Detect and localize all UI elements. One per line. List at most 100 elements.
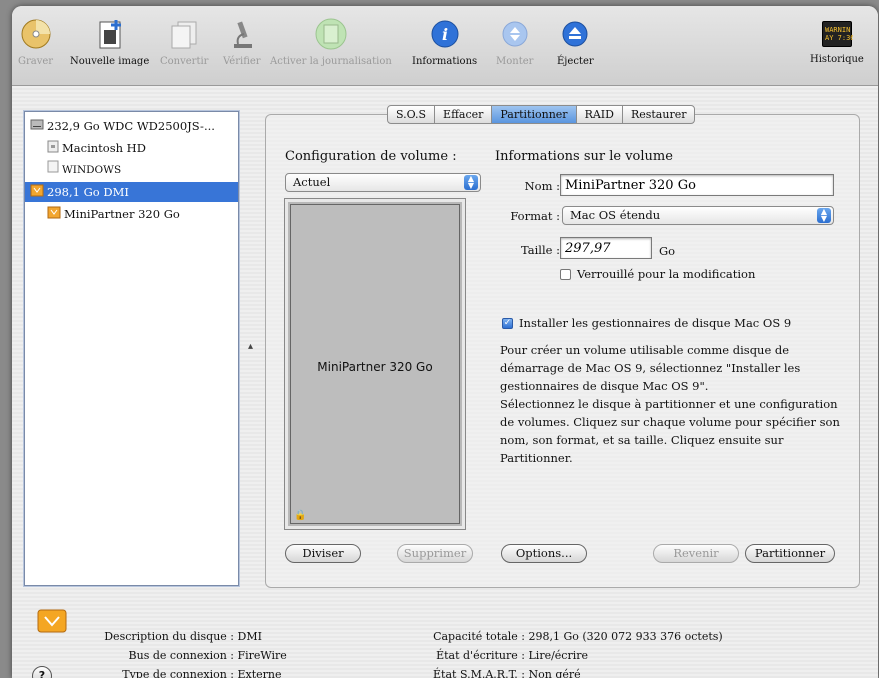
format-popup[interactable]: Mac OS étendu ▲ ▼ — [562, 206, 834, 225]
firewire-disk-icon — [37, 607, 69, 635]
verify-label: Vérifier — [223, 56, 261, 67]
connection-type-row: Type de connexion : Externe — [72, 668, 282, 678]
split-button[interactable]: Diviser — [285, 544, 361, 563]
new-image-icon — [94, 18, 126, 50]
locked-checkbox[interactable] — [560, 269, 571, 280]
options-button[interactable]: Options... — [501, 544, 587, 563]
tab-bar: S.O.S Effacer Partitionner RAID Restaure… — [387, 105, 696, 124]
convert-icon — [168, 18, 200, 50]
write-status-label: État d'écriture : — [436, 649, 525, 662]
write-status-row: État d'écriture : Lire/écrire — [412, 649, 588, 662]
list-item-label: WINDOWS — [62, 164, 122, 176]
bus-label: Bus de connexion : — [128, 649, 234, 662]
list-item-windows[interactable]: WINDOWS — [25, 160, 238, 180]
list-item-disk-dmi[interactable]: 298,1 Go DMI — [25, 182, 238, 202]
info-label: Informations — [412, 56, 478, 67]
convert-button[interactable]: Convertir — [160, 18, 208, 67]
tab-sos[interactable]: S.O.S — [388, 106, 436, 123]
smart-status-row: État S.M.A.R.T. : Non géré — [412, 668, 581, 678]
tab-restore[interactable]: Restaurer — [623, 106, 695, 123]
format-value: Mac OS étendu — [570, 208, 661, 222]
info-icon: i — [429, 18, 461, 50]
help-paragraph-1: Pour créer un volume utilisable comme di… — [500, 343, 801, 393]
capacity-label: Capacité totale : — [433, 630, 525, 643]
volume-partition-label: MiniPartner 320 Go — [317, 360, 433, 374]
log-label: Historique — [810, 54, 864, 65]
list-item-label: MiniPartner 320 Go — [64, 207, 180, 221]
volume-icon — [47, 139, 59, 159]
lock-icon[interactable]: 🔒 — [294, 510, 306, 521]
microscope-icon — [226, 18, 258, 50]
new-image-label: Nouvelle image — [70, 56, 150, 67]
new-image-button[interactable]: Nouvelle image — [70, 18, 149, 67]
enable-journaling-button[interactable]: Activer la journalisation — [270, 18, 392, 67]
mount-label: Monter — [496, 56, 534, 67]
smart-status-value: Non géré — [528, 668, 581, 678]
splitter-handle[interactable]: ▴ — [248, 341, 254, 352]
volume-scheme: MiniPartner 320 Go 🔒 — [284, 198, 466, 530]
list-item-macintosh-hd[interactable]: Macintosh HD — [25, 138, 238, 158]
info-button[interactable]: i Informations — [412, 18, 477, 67]
smart-status-label: État S.M.A.R.T. : — [433, 668, 525, 678]
list-item-label: 232,9 Go WDC WD2500JS-... — [47, 119, 215, 133]
size-label: Taille : — [520, 243, 560, 257]
eject-label: Éjecter — [557, 56, 594, 67]
tab-erase[interactable]: Effacer — [435, 106, 493, 123]
tab-partition[interactable]: Partitionner — [492, 106, 577, 123]
verify-button[interactable]: Vérifier — [223, 18, 261, 67]
list-item-minipartner[interactable]: MiniPartner 320 Go — [25, 204, 238, 224]
partition-help-text: Pour créer un volume utilisable comme di… — [500, 341, 840, 467]
toolbar: Graver Nouvelle image Convertir Vérifier… — [12, 6, 878, 86]
name-field[interactable] — [560, 174, 834, 196]
disk-list: 232,9 Go WDC WD2500JS-... Macintosh HD W… — [24, 111, 239, 586]
eject-button[interactable]: Éjecter — [557, 18, 594, 67]
locked-label: Verrouillé pour la modification — [577, 267, 756, 281]
size-field[interactable] — [560, 237, 652, 259]
format-label: Format : — [510, 209, 560, 223]
journal-icon — [315, 18, 347, 50]
list-item-label: Macintosh HD — [62, 141, 146, 155]
svg-text:AY 7:36: AY 7:36 — [825, 34, 853, 42]
eject-icon — [559, 18, 591, 50]
connection-type-label: Type de connexion : — [122, 668, 234, 678]
help-paragraph-2: Sélectionnez le disque à partitionner et… — [500, 397, 840, 465]
disk-description-label: Description du disque : — [104, 630, 234, 643]
svg-text:WARNIN: WARNIN — [825, 26, 850, 34]
install-drivers-checkbox[interactable]: ✓ — [502, 318, 513, 329]
write-status-value: Lire/écrire — [528, 649, 589, 662]
volume-config-value: Actuel — [293, 175, 331, 189]
list-item-label: 298,1 Go DMI — [47, 185, 129, 199]
partition-button[interactable]: Partitionner — [745, 544, 835, 563]
help-button[interactable]: ? — [32, 666, 52, 678]
capacity-row: Capacité totale : 298,1 Go (320 072 933 … — [412, 630, 723, 643]
tab-raid[interactable]: RAID — [577, 106, 623, 123]
install-drivers-label: Installer les gestionnaires de disque Ma… — [519, 316, 792, 330]
firewire-disk-icon — [30, 183, 44, 203]
burn-button[interactable]: Graver — [18, 18, 53, 67]
firewire-volume-icon — [47, 205, 61, 225]
volume-icon — [47, 160, 59, 180]
name-label: Nom : — [524, 179, 560, 193]
internal-disk-icon — [30, 117, 44, 137]
volume-partition-block[interactable]: MiniPartner 320 Go 🔒 — [290, 204, 460, 524]
burn-label: Graver — [18, 56, 54, 67]
volume-config-popup[interactable]: Actuel ▲ ▼ — [285, 173, 481, 192]
convert-label: Convertir — [160, 56, 209, 67]
revert-button[interactable]: Revenir — [653, 544, 739, 563]
connection-type-value: Externe — [237, 668, 282, 678]
mount-button[interactable]: Monter — [496, 18, 533, 67]
list-item-disk-wdc[interactable]: 232,9 Go WDC WD2500JS-... — [25, 116, 238, 136]
enable-journaling-label: Activer la journalisation — [270, 56, 392, 67]
volume-info-heading: Informations sur le volume — [495, 149, 673, 164]
disk-utility-window: Graver Nouvelle image Convertir Vérifier… — [12, 6, 878, 678]
volume-config-heading: Configuration de volume : — [285, 149, 457, 164]
size-unit: Go — [659, 244, 676, 258]
bus-value: FireWire — [237, 649, 287, 662]
bus-row: Bus de connexion : FireWire — [72, 649, 287, 662]
log-button[interactable]: WARNIN AY 7:36 Historique — [810, 18, 864, 65]
disk-description-value: DMI — [237, 630, 262, 643]
log-icon: WARNIN AY 7:36 — [821, 21, 854, 47]
mount-icon — [499, 18, 531, 50]
chevron-updown-icon: ▲ ▼ — [464, 175, 478, 190]
delete-button[interactable]: Supprimer — [397, 544, 473, 563]
